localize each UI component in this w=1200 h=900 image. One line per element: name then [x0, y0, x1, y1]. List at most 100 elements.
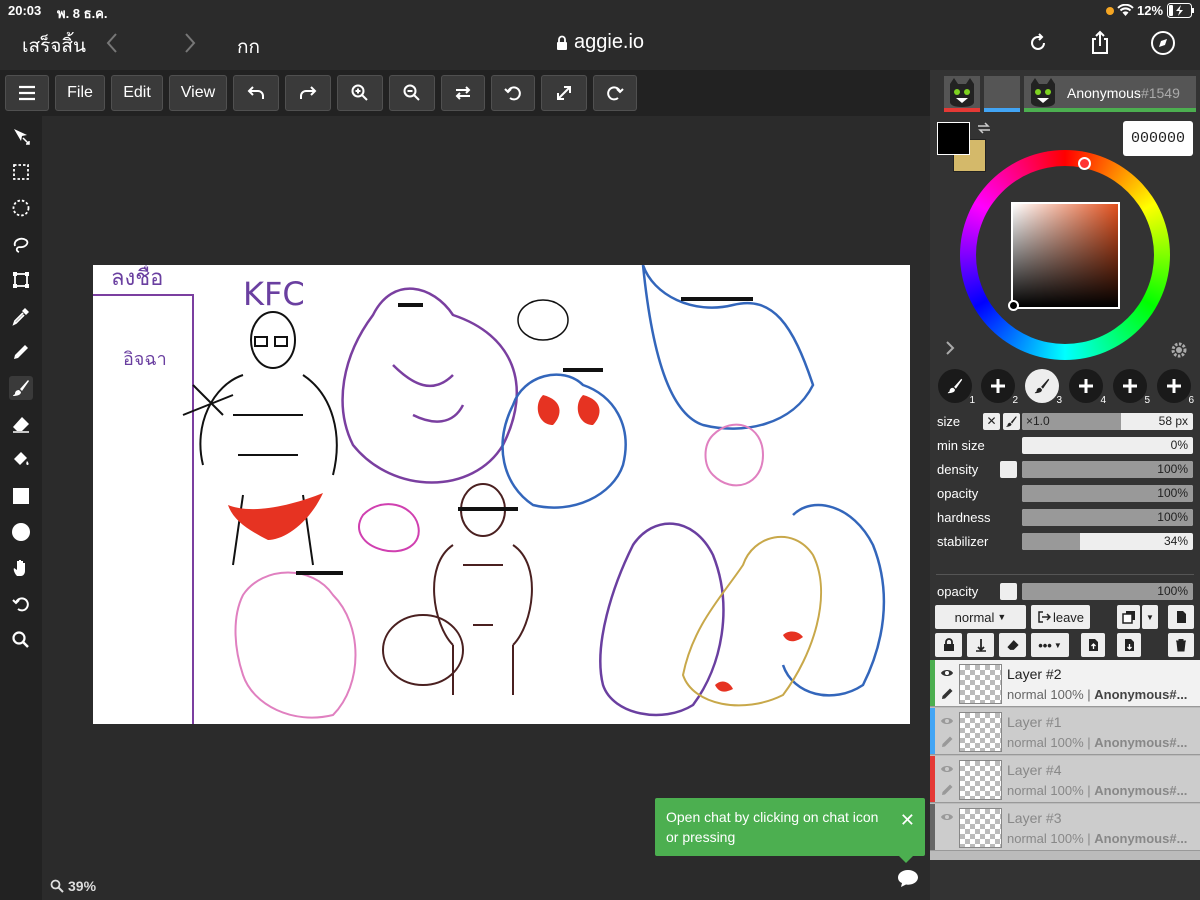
merge-down-button[interactable] — [967, 633, 994, 657]
hue-handle[interactable] — [1078, 157, 1091, 170]
brush-preset-4[interactable]: 4 — [1069, 369, 1106, 406]
chat-toast: Open chat by clicking on chat icon or pr… — [655, 798, 925, 863]
clear-layer-button[interactable] — [999, 633, 1026, 657]
share-icon[interactable] — [1087, 30, 1113, 56]
import-layer-button[interactable] — [1081, 633, 1105, 657]
status-date: พ. 8 ธ.ค. — [57, 6, 108, 21]
canvas-thai-note: อิจฉา — [123, 349, 167, 370]
file-menu-button[interactable]: File — [55, 75, 105, 111]
lasso-tool[interactable] — [9, 232, 33, 256]
rectangle-tool[interactable] — [9, 484, 33, 508]
ellipse-tool[interactable] — [9, 520, 33, 544]
brush-preset-6[interactable]: 6 — [1157, 369, 1194, 406]
fill-tool[interactable] — [9, 448, 33, 472]
zoom-indicator[interactable]: 39% — [50, 878, 96, 894]
color-picker-handle[interactable] — [1008, 300, 1019, 311]
layer-mode: normal — [1007, 783, 1047, 798]
opacity-slider[interactable]: 100% — [1022, 485, 1193, 502]
delete-layer-button[interactable] — [1168, 633, 1194, 657]
brush-size-toggle[interactable] — [1003, 413, 1020, 430]
duplicate-options-button[interactable]: ▼ — [1142, 605, 1158, 629]
layer-item[interactable]: Layer #4 normal 100% | Anonymous#... — [930, 756, 1200, 803]
density-pressure-toggle[interactable] — [1000, 461, 1017, 478]
more-options-button[interactable]: ••• ▼ — [1031, 633, 1069, 657]
forward-icon[interactable] — [176, 30, 202, 56]
pencil-tool[interactable] — [9, 340, 33, 364]
done-button[interactable]: เสร็จสิ้น — [22, 31, 86, 61]
reload-icon[interactable] — [1025, 30, 1051, 56]
layer-item[interactable]: Layer #1 normal 100% | Anonymous#... — [930, 708, 1200, 755]
brush-tool[interactable] — [9, 376, 33, 400]
rotate-right-button[interactable] — [593, 75, 637, 111]
eraser-tool[interactable] — [9, 412, 33, 436]
rect-select-tool[interactable] — [9, 160, 33, 184]
min-size-slider[interactable]: 0% — [1022, 437, 1193, 454]
brush-preset-5[interactable]: 5 — [1113, 369, 1150, 406]
hex-input[interactable]: 000000 — [1123, 121, 1193, 156]
zoom-tool[interactable] — [9, 628, 33, 652]
zoom-in-button[interactable] — [337, 75, 383, 111]
flip-button[interactable] — [441, 75, 485, 111]
view-menu-button[interactable]: View — [169, 75, 227, 111]
text-size-button[interactable]: กก — [237, 32, 260, 62]
undo-button[interactable] — [233, 75, 279, 111]
size-pressure-toggle[interactable]: ✕ — [983, 413, 1000, 430]
layer-thumbnail — [959, 712, 1002, 752]
ellipse-select-tool[interactable] — [9, 196, 33, 220]
current-user[interactable]: Anonymous#1549 — [1024, 76, 1196, 112]
layer-item[interactable]: Layer #3 normal 100% | Anonymous#... — [930, 804, 1200, 851]
stabilizer-label: stabilizer — [937, 534, 989, 549]
eye-icon[interactable] — [940, 810, 954, 824]
brush-preset-3[interactable]: 3 — [1025, 369, 1062, 406]
primary-color-swatch[interactable] — [937, 122, 970, 155]
new-layer-button[interactable] — [1168, 605, 1194, 629]
download-layer-button[interactable] — [1117, 633, 1141, 657]
layer-opacity-slider[interactable]: 100% — [1022, 583, 1193, 600]
swap-colors-icon[interactable] — [976, 121, 992, 135]
eye-icon[interactable] — [940, 714, 954, 728]
move-tool[interactable] — [9, 124, 33, 148]
eyedropper-tool[interactable] — [9, 304, 33, 328]
hardness-slider[interactable]: 100% — [1022, 509, 1193, 526]
eye-icon[interactable] — [940, 762, 954, 776]
layer-owner-color — [930, 756, 935, 802]
transform-tool[interactable] — [9, 268, 33, 292]
back-icon[interactable] — [100, 30, 126, 56]
color-wheel[interactable] — [960, 150, 1170, 360]
user-avatar-2[interactable] — [984, 76, 1020, 112]
menu-button[interactable] — [5, 75, 49, 111]
brush-preset-1[interactable]: 1 — [938, 369, 975, 406]
zoom-value: 39% — [68, 878, 97, 894]
ellipse-select-icon — [12, 199, 30, 217]
layer-item[interactable]: Layer #2 normal 100% | Anonymous#... — [930, 660, 1200, 707]
eye-icon[interactable] — [940, 666, 954, 680]
edit-menu-button[interactable]: Edit — [111, 75, 163, 111]
blend-mode-select[interactable]: normal ▼ — [935, 605, 1026, 629]
drawing-canvas[interactable]: ลงชื่อ KFC อิจฉา — [93, 265, 910, 724]
compass-icon[interactable] — [1150, 30, 1176, 56]
color-square[interactable] — [1011, 202, 1120, 309]
user-avatar-1[interactable] — [944, 76, 980, 112]
brush-preset-2[interactable]: 2 — [981, 369, 1018, 406]
gear-icon[interactable] — [1170, 341, 1188, 359]
hand-tool[interactable] — [9, 556, 33, 580]
url-field[interactable]: aggie.io — [574, 31, 644, 54]
zoom-out-button[interactable] — [389, 75, 435, 111]
leave-button[interactable]: leave — [1031, 605, 1090, 629]
layer-opacity-toggle[interactable] — [1000, 583, 1017, 600]
duplicate-layer-button[interactable] — [1117, 605, 1140, 629]
chevron-right-icon[interactable] — [944, 340, 956, 356]
density-slider[interactable]: 100% — [1022, 461, 1193, 478]
redo-button[interactable] — [285, 75, 331, 111]
chat-icon[interactable] — [897, 868, 919, 888]
close-toast-button[interactable]: ✕ — [900, 810, 915, 830]
square-icon — [13, 488, 29, 504]
stabilizer-slider[interactable]: 34% — [1022, 533, 1193, 550]
rotate-view-tool[interactable] — [9, 592, 33, 616]
hardness-slider-row: hardness 100% — [937, 509, 1194, 527]
size-slider[interactable]: ×1.0 58 px — [1022, 413, 1193, 430]
eyedropper-icon — [12, 308, 29, 326]
rotate-left-button[interactable] — [491, 75, 535, 111]
lock-layer-button[interactable] — [935, 633, 962, 657]
fullscreen-button[interactable] — [541, 75, 587, 111]
